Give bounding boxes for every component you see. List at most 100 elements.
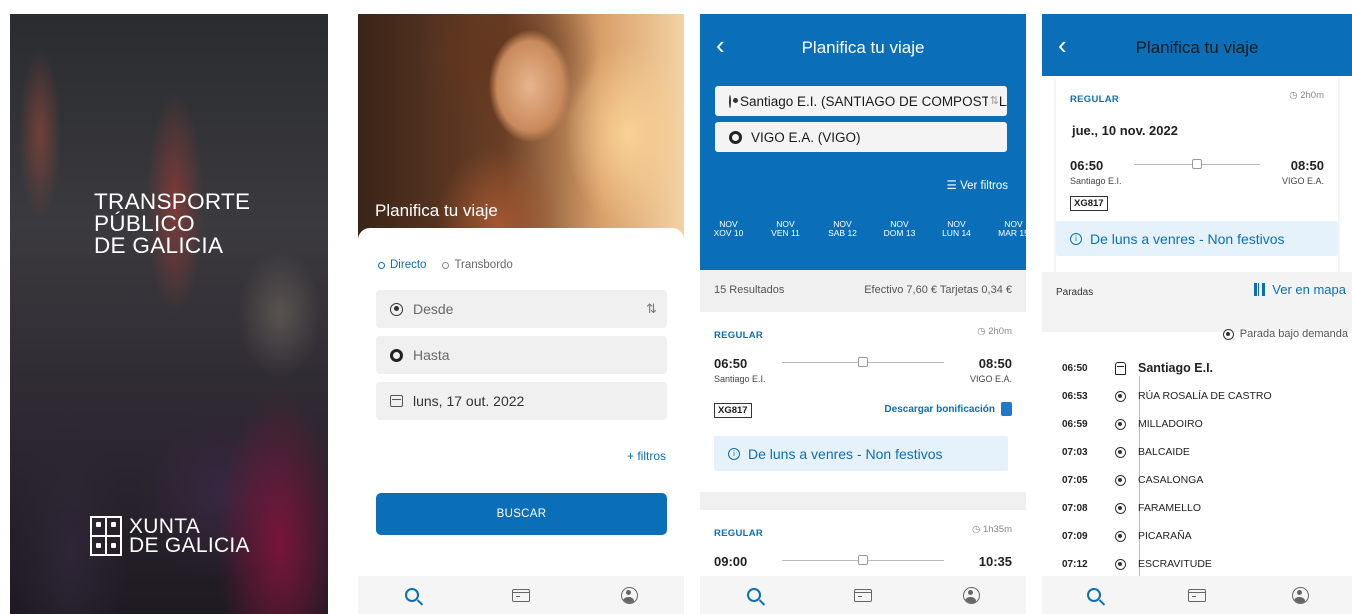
stop-icon [1114,446,1126,458]
search-icon [747,588,762,602]
clock-icon: ◷ [1289,90,1301,101]
bus-icon [858,357,868,367]
arrival-time: 08:50 [978,356,1012,371]
tab-profile[interactable] [615,580,645,610]
search-icon [405,588,420,602]
destination-icon [390,348,403,362]
origin-stop: Santiago E.I. [1070,176,1122,186]
trip-duration: ◷ 2h0m [1289,90,1324,101]
line-code: XG817 [1070,196,1108,211]
departure-time: 09:00 [714,554,748,569]
stop-row: 06:53 RÚA ROSALÍA DE CASTRO [1062,390,1272,402]
stop-row: 06:59 MILLADOIRO [1062,418,1203,430]
on-demand-stop-icon [1222,328,1234,340]
hero-image: Planifica tu viaje [358,14,684,242]
arrival-time: 08:50 [1290,158,1324,173]
destination-field[interactable]: Hasta [376,336,667,374]
tab-card[interactable] [848,580,878,610]
origin-box[interactable]: Santiago E.I. (SANTIAGO DE COMPOSTELA) ⇅ [715,86,1007,116]
stop-icon [1114,558,1126,570]
destination-box[interactable]: VIGO E.A. (VIGO) [715,122,1007,152]
user-icon [621,586,639,604]
tab-search[interactable] [397,580,427,610]
search-icon [1086,588,1101,602]
trip-date: jue., 10 nov. 2022 [1072,123,1178,138]
tab-card[interactable] [1182,580,1212,610]
bus-icon [1192,159,1202,169]
xunta-brand-text: XUNTA DE GALICIA [129,515,250,557]
results-count: 15 Resultados [714,284,785,296]
origin-icon [729,94,738,108]
stop-icon [1114,474,1126,486]
xunta-logo: XUNTA DE GALICIA [90,516,250,556]
search-form: Directo Transbordo Desde ⇅ Hasta luns, 1… [358,228,684,614]
radio-unselected-icon [442,261,450,269]
detail-screen: ‹ Planifica tu viaje REGULAR ◷ 2h0m jue.… [1042,14,1352,614]
stop-row: 07:12 ESCRAVITUDE [1062,558,1212,570]
day-item[interactable]: NOV DOM 13 [871,220,928,238]
trip-duration: ◷ 1h35m [972,524,1012,535]
tab-card[interactable] [506,580,536,610]
departure-time: 06:50 [1070,158,1104,173]
info-icon: i [728,447,740,460]
option-direct[interactable]: Directo [378,259,426,271]
results-topbar: ‹ Planifica tu viaje [700,14,1026,80]
date-field[interactable]: luns, 17 out. 2022 [376,382,667,420]
stop-row: 07:09 PICARAÑA [1062,530,1192,542]
stop-row: 07:08 FARAMELLO [1062,502,1202,514]
day-item[interactable]: NOV LUN 14 [928,220,985,238]
search-screen: Planifica tu viaje Directo Transbordo De… [358,14,684,614]
view-map-link[interactable]: Ver en mapa [1254,282,1346,297]
swap-icon[interactable]: ⇅ [987,94,999,107]
calendar-icon [390,395,403,407]
card-icon [511,588,530,602]
page-title: Planifica tu viaje [801,38,925,57]
trip-duration: ◷ 2h0m [977,326,1012,337]
search-button[interactable]: BUSCAR [376,493,667,535]
more-filters-link[interactable]: + filtros [627,449,666,463]
destination-icon [729,130,742,144]
bus-icon [858,555,868,565]
hero-title: Planifica tu viaje [375,201,498,220]
tab-bar [358,576,684,614]
clock-icon: ◷ [977,326,989,337]
day-item[interactable]: NOV MAR 15 [985,220,1026,238]
day-item[interactable]: NOV SAB 12 [814,220,871,238]
stops-label: Paradas [1056,287,1094,298]
sliders-icon: ☰ [946,180,961,192]
map-icon [1254,283,1266,296]
tab-bar [700,576,1026,614]
card-icon [1187,588,1206,602]
tab-search[interactable] [1079,580,1109,610]
tab-profile[interactable] [1285,580,1315,610]
swap-icon[interactable]: ⇅ [646,301,657,317]
xunta-shield-icon [90,516,122,556]
results-summary: 15 Resultados Efectivo 7,60 € Tarjetas 0… [700,270,1026,310]
download-bonus-link[interactable]: Descargar bonificación [884,402,1012,416]
tab-search[interactable] [739,580,769,610]
day-item[interactable]: NOV XOV 10 [700,220,757,238]
trip-type: REGULAR [714,528,764,539]
card-icon [853,588,872,602]
pdf-icon [1001,402,1012,416]
detail-topbar: ‹ Planifica tu viaje [1042,14,1352,76]
radio-selected-icon [378,261,385,269]
destination-stop: VIGO E.A. [969,374,1012,384]
trip-card[interactable]: REGULAR ◷ 2h0m 06:50 08:50 Santiago E.I.… [700,312,1026,492]
route-line [782,357,944,367]
origin-stop: Santiago E.I. [714,374,766,384]
bus-icon [1114,361,1126,375]
stop-row: 07:05 CASALONGA [1062,474,1204,486]
trip-detail-card: REGULAR ◷ 2h0m jue., 10 nov. 2022 06:50 … [1056,76,1338,272]
page-title: Planifica tu viaje [1135,38,1259,57]
day-item[interactable]: NOV VEN 11 [757,220,814,238]
tab-profile[interactable] [957,580,987,610]
schedule-info: i De luns a venres - Non festivos [714,436,1008,471]
trip-mode-options: Directo Transbordo [378,259,513,271]
option-transfer[interactable]: Transbordo [442,259,513,271]
origin-field[interactable]: Desde ⇅ [376,290,667,328]
route-line [782,555,944,565]
filters-link[interactable]: ☰ Ver filtros [947,178,1008,192]
departure-time: 06:50 [714,356,748,371]
origin-icon [390,302,403,316]
